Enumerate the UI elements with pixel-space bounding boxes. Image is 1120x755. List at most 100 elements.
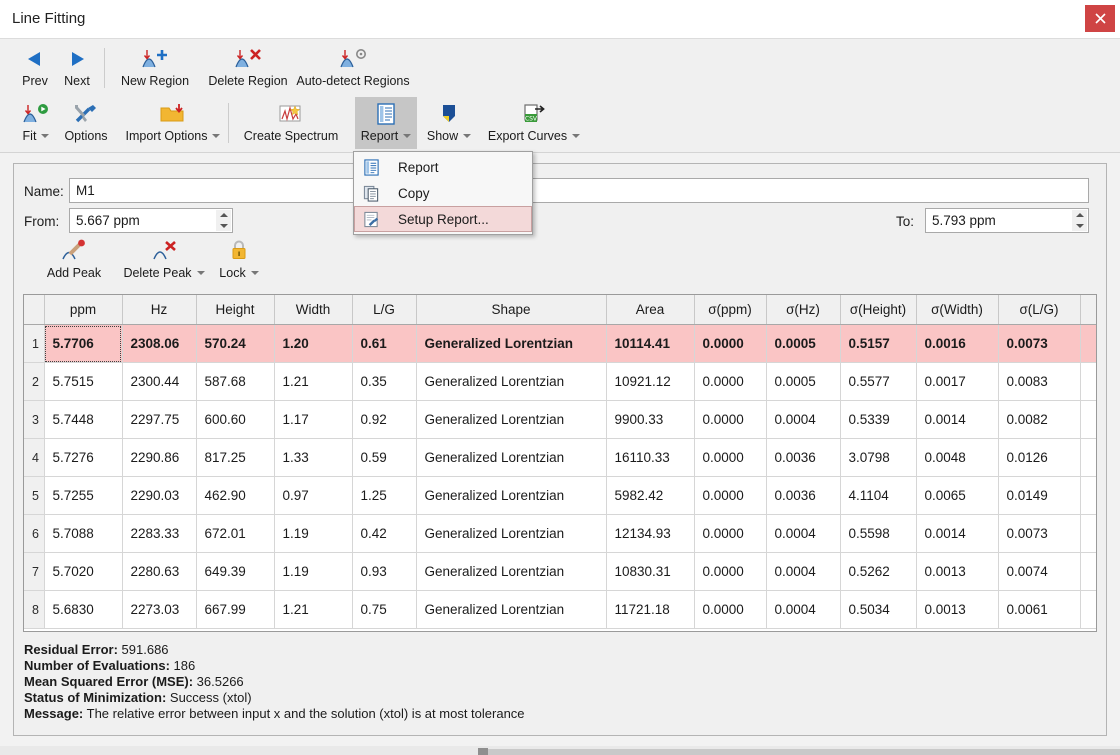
cell-lg[interactable]: 0.59	[352, 438, 417, 477]
cell-height[interactable]: 600.60	[196, 400, 275, 439]
close-button[interactable]	[1085, 5, 1115, 32]
cell-sigma-hz[interactable]: 0.0004	[766, 400, 841, 439]
name-input[interactable]: M1	[69, 178, 1089, 203]
cell-sigma-height[interactable]: 0.5339	[840, 400, 917, 439]
cell-sigma-hz[interactable]: 0.0036	[766, 476, 841, 515]
cell-sigma-lg[interactable]: 0.0082	[998, 400, 1081, 439]
chevron-down-icon[interactable]	[212, 134, 221, 138]
cell-sigma-height[interactable]: 0.5598	[840, 514, 917, 553]
from-spinner[interactable]	[216, 210, 231, 231]
create-spectrum-button[interactable]: Create Spectrum	[234, 97, 348, 143]
menu-item-setup-report[interactable]: Setup Report...	[354, 206, 532, 232]
row-number[interactable]: 7	[24, 552, 45, 591]
peaks-table-container[interactable]: ppm Hz Height Width L/G Shape Area σ(ppm…	[23, 294, 1097, 632]
cell-area[interactable]: 10921.12	[606, 362, 695, 401]
cell-sigma-width[interactable]: 0.0017	[916, 362, 999, 401]
cell-lg[interactable]: 0.42	[352, 514, 417, 553]
cell-shape[interactable]: Generalized Lorentzian	[416, 590, 607, 629]
table-row[interactable]: 5 5.7255 2290.03 462.90 0.97 1.25 Genera…	[24, 476, 1096, 515]
cell-height[interactable]: 649.39	[196, 552, 275, 591]
to-spinner-up[interactable]	[1072, 210, 1087, 221]
cell-sigma-ppm[interactable]: 0.0000	[694, 362, 767, 401]
cell-area[interactable]: 5982.42	[606, 476, 695, 515]
cell-sigma-ppm[interactable]: 0.0000	[694, 438, 767, 477]
to-spinner-down[interactable]	[1072, 221, 1087, 232]
cell-sigma-ppm[interactable]: 0.0000	[694, 400, 767, 439]
cell-sigma-height[interactable]: 0.5034	[840, 590, 917, 629]
cell-shape[interactable]: Generalized Lorentzian	[416, 514, 607, 553]
col-header-height[interactable]: Height	[196, 295, 275, 325]
cell-hz[interactable]: 2290.86	[122, 438, 197, 477]
cell-area[interactable]: 16110.33	[606, 438, 695, 477]
chevron-down-icon[interactable]	[196, 271, 205, 275]
cell-shape[interactable]: Generalized Lorentzian	[416, 552, 607, 591]
table-corner-cell[interactable]	[24, 295, 45, 325]
cell-height[interactable]: 587.68	[196, 362, 275, 401]
cell-sigma-hz[interactable]: 0.0036	[766, 438, 841, 477]
cell-shape[interactable]: Generalized Lorentzian	[416, 438, 607, 477]
col-header-width[interactable]: Width	[274, 295, 353, 325]
table-row[interactable]: 8 5.6830 2273.03 667.99 1.21 0.75 Genera…	[24, 590, 1096, 629]
row-number[interactable]: 2	[24, 362, 45, 401]
table-row[interactable]: 7 5.7020 2280.63 649.39 1.19 0.93 Genera…	[24, 552, 1096, 591]
table-row[interactable]: 2 5.7515 2300.44 587.68 1.21 0.35 Genera…	[24, 362, 1096, 401]
cell-sigma-width[interactable]: 0.0016	[916, 324, 999, 363]
cell-height[interactable]: 672.01	[196, 514, 275, 553]
row-number[interactable]: 1	[24, 324, 45, 363]
cell-sigma-hz[interactable]: 0.0004	[766, 590, 841, 629]
add-peak-button[interactable]: Add Peak	[34, 234, 114, 280]
table-row[interactable]: 1 5.7706 2308.06 570.24 1.20 0.61 Genera…	[24, 324, 1096, 363]
cell-shape[interactable]: Generalized Lorentzian	[416, 400, 607, 439]
cell-ppm[interactable]: 5.7515	[44, 362, 123, 401]
import-options-button[interactable]: Import Options	[118, 97, 228, 143]
export-curves-button[interactable]: CSV Export Curves	[482, 97, 586, 143]
cell-height[interactable]: 817.25	[196, 438, 275, 477]
row-number[interactable]: 8	[24, 590, 45, 629]
cell-sigma-ppm[interactable]: 0.0000	[694, 590, 767, 629]
cell-lg[interactable]: 0.75	[352, 590, 417, 629]
cell-sigma-lg[interactable]: 0.0083	[998, 362, 1081, 401]
col-header-sigma-lg[interactable]: σ(L/G)	[998, 295, 1081, 325]
from-spinner-up[interactable]	[216, 210, 231, 221]
row-number[interactable]: 4	[24, 438, 45, 477]
delete-region-button[interactable]: Delete Region	[197, 42, 299, 88]
row-number[interactable]: 3	[24, 400, 45, 439]
cell-ppm[interactable]: 5.7255	[44, 476, 123, 515]
cell-sigma-hz[interactable]: 0.0004	[766, 514, 841, 553]
cell-sigma-ppm[interactable]: 0.0000	[694, 514, 767, 553]
col-header-ppm[interactable]: ppm	[44, 295, 123, 325]
cell-lg[interactable]: 0.35	[352, 362, 417, 401]
cell-width[interactable]: 1.21	[274, 590, 353, 629]
cell-height[interactable]: 667.99	[196, 590, 275, 629]
cell-sigma-ppm[interactable]: 0.0000	[694, 552, 767, 591]
cell-sigma-width[interactable]: 0.0013	[916, 552, 999, 591]
cell-sigma-width[interactable]: 0.0048	[916, 438, 999, 477]
cell-sigma-height[interactable]: 0.5577	[840, 362, 917, 401]
cell-ppm[interactable]: 5.6830	[44, 590, 123, 629]
cell-height[interactable]: 462.90	[196, 476, 275, 515]
to-input[interactable]: 5.793 ppm	[925, 208, 1089, 233]
show-button[interactable]: Show	[418, 97, 480, 143]
delete-peak-button[interactable]: Delete Peak	[114, 234, 214, 280]
cell-sigma-hz[interactable]: 0.0004	[766, 552, 841, 591]
cell-hz[interactable]: 2290.03	[122, 476, 197, 515]
cell-sigma-height[interactable]: 0.5157	[840, 324, 917, 363]
col-header-hz[interactable]: Hz	[122, 295, 197, 325]
cell-sigma-ppm[interactable]: 0.0000	[694, 324, 767, 363]
cell-shape[interactable]: Generalized Lorentzian	[416, 324, 607, 363]
cell-area[interactable]: 10830.31	[606, 552, 695, 591]
row-number[interactable]: 6	[24, 514, 45, 553]
cell-hz[interactable]: 2273.03	[122, 590, 197, 629]
row-number[interactable]: 5	[24, 476, 45, 515]
cell-hz[interactable]: 2280.63	[122, 552, 197, 591]
menu-item-copy[interactable]: Copy	[354, 180, 532, 206]
cell-sigma-lg[interactable]: 0.0061	[998, 590, 1081, 629]
cell-hz[interactable]: 2308.06	[122, 324, 197, 363]
col-header-area[interactable]: Area	[606, 295, 695, 325]
col-header-lg[interactable]: L/G	[352, 295, 417, 325]
fit-button[interactable]: Fit	[10, 97, 62, 143]
from-spinner-down[interactable]	[216, 221, 231, 232]
cell-sigma-width[interactable]: 0.0013	[916, 590, 999, 629]
cell-hz[interactable]: 2300.44	[122, 362, 197, 401]
col-header-shape[interactable]: Shape	[416, 295, 607, 325]
